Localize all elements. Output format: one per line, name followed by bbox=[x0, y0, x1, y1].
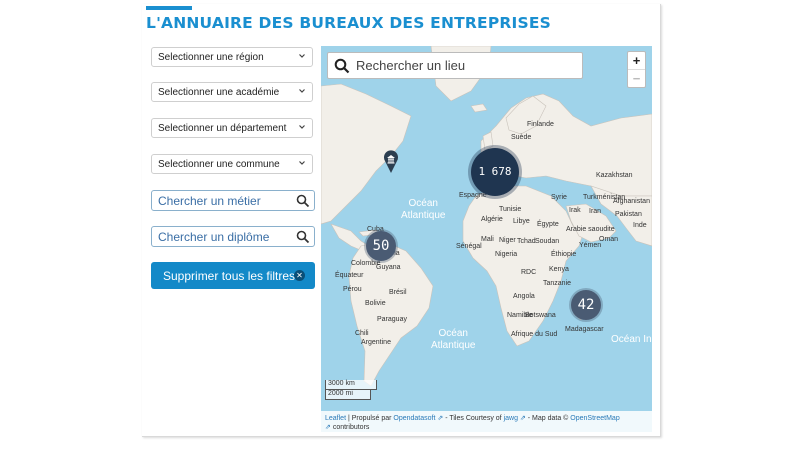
external-link-icon: ⇗ bbox=[325, 424, 331, 431]
country-label: Inde bbox=[633, 222, 647, 229]
country-label: Tchad bbox=[517, 238, 536, 245]
search-icon[interactable] bbox=[296, 230, 310, 244]
chevron-down-icon bbox=[299, 161, 305, 165]
scale-mi: 2000 mi bbox=[325, 390, 371, 400]
country-label: Argentine bbox=[361, 339, 391, 346]
external-link-icon: ⇗ bbox=[437, 415, 444, 422]
external-link-icon: ⇗ bbox=[519, 415, 526, 422]
country-label: Tanzanie bbox=[543, 280, 572, 287]
zoom-control: + − bbox=[627, 51, 646, 88]
chevron-down-icon bbox=[299, 54, 305, 58]
clear-filters-label: Supprimer tous les filtres bbox=[163, 268, 296, 283]
place-search-input[interactable]: Rechercher un lieu bbox=[327, 52, 583, 79]
metier-search-input[interactable]: Chercher un métier bbox=[151, 190, 315, 211]
country-label: Soudan bbox=[535, 238, 560, 245]
zoom-out-button[interactable]: − bbox=[628, 70, 645, 87]
country-label: Mali bbox=[481, 236, 494, 243]
country-label: Paraguay bbox=[377, 316, 407, 323]
academie-select-label: Selectionner une académie bbox=[158, 86, 280, 98]
opendatasoft-link[interactable]: Opendatasoft bbox=[393, 415, 435, 422]
attribution-text: - Map data © bbox=[527, 415, 569, 422]
ocean-label-south-atlantic: Océan Atlantique bbox=[431, 328, 476, 351]
place-search-placeholder: Rechercher un lieu bbox=[356, 58, 466, 73]
country-label: Irak bbox=[569, 207, 581, 214]
close-icon: ✕ bbox=[294, 270, 305, 281]
attribution-text: contributors bbox=[332, 424, 370, 431]
clear-filters-button[interactable]: Supprimer tous les filtres ✕ bbox=[151, 262, 315, 289]
country-label: Bolivie bbox=[365, 300, 386, 307]
country-label: Nigeria bbox=[495, 251, 518, 258]
country-label: Équateur bbox=[335, 272, 364, 279]
jawg-link[interactable]: jawg bbox=[504, 415, 518, 422]
departement-select-label: Selectionner un département bbox=[158, 122, 287, 134]
cluster-marker-south-america[interactable]: 50 bbox=[366, 231, 396, 261]
bureau-marker-icon[interactable] bbox=[383, 148, 399, 174]
country-label: Afrique du Sud bbox=[511, 331, 558, 338]
country-label: Sénégal bbox=[456, 243, 482, 250]
country-label: Kenya bbox=[549, 266, 569, 273]
country-label: Égypte bbox=[537, 221, 559, 228]
page-title: L'ANNUAIRE DES BUREAUX DES ENTREPRISES bbox=[146, 14, 551, 32]
country-label: Iran bbox=[589, 208, 602, 215]
commune-select-label: Selectionner une commune bbox=[158, 158, 280, 170]
zoom-in-button[interactable]: + bbox=[628, 52, 645, 70]
search-icon[interactable] bbox=[296, 194, 310, 208]
country-label: Angola bbox=[513, 293, 535, 300]
country-label: Niger bbox=[499, 237, 516, 244]
leaflet-link[interactable]: Leaflet bbox=[325, 415, 346, 422]
ocean-label-indian: Océan In bbox=[611, 334, 652, 345]
country-label: Afghanistan bbox=[613, 198, 650, 205]
metier-search-placeholder: Chercher un métier bbox=[158, 193, 261, 208]
scale-km: 3000 km bbox=[325, 380, 377, 390]
attribution-text: - Tiles Courtesy of bbox=[445, 415, 502, 422]
country-label: Finlande bbox=[527, 121, 554, 128]
country-label: Kazakhstan bbox=[596, 172, 633, 179]
country-label: Algérie bbox=[481, 216, 503, 223]
country-label: Guyana bbox=[376, 264, 401, 271]
openstreetmap-link[interactable]: OpenStreetMap bbox=[570, 415, 619, 422]
search-icon bbox=[334, 58, 350, 73]
country-label: Oman bbox=[599, 236, 619, 243]
country-label: Libye bbox=[513, 218, 530, 225]
diplome-search-input[interactable]: Chercher un diplôme bbox=[151, 226, 315, 247]
commune-select[interactable]: Selectionner une commune bbox=[151, 154, 313, 174]
country-label: Éthiopie bbox=[551, 251, 577, 258]
chevron-down-icon bbox=[299, 125, 305, 129]
region-select-label: Selectionner une région bbox=[158, 51, 264, 63]
country-label: Brésil bbox=[389, 289, 407, 296]
country-label: Arabie saoudite bbox=[566, 226, 615, 233]
country-label: RDC bbox=[521, 269, 537, 276]
country-label: Pérou bbox=[343, 286, 362, 293]
country-label: Syrie bbox=[551, 194, 567, 201]
title-accent-bar bbox=[146, 6, 192, 10]
country-label: Chili bbox=[355, 330, 369, 337]
country-label: Pakistan bbox=[615, 211, 642, 218]
departement-select[interactable]: Selectionner un département bbox=[151, 118, 313, 138]
region-select[interactable]: Selectionner une région bbox=[151, 47, 313, 67]
map-attribution: Leaflet | Propulsé par Opendatasoft ⇗ - … bbox=[321, 411, 652, 432]
academie-select[interactable]: Selectionner une académie bbox=[151, 82, 313, 102]
cluster-marker-europe[interactable]: 1 678 bbox=[471, 148, 519, 196]
diplome-search-placeholder: Chercher un diplôme bbox=[158, 229, 270, 244]
country-label: Yémen bbox=[579, 242, 602, 249]
cluster-marker-madagascar[interactable]: 42 bbox=[571, 290, 601, 320]
ocean-label-north-atlantic: Océan Atlantique bbox=[401, 198, 446, 221]
country-label: Suède bbox=[511, 134, 532, 141]
country-label: Botswana bbox=[525, 312, 556, 319]
attribution-text: | Propulsé par bbox=[347, 415, 392, 422]
map[interactable]: Rechercher un lieu + − Océan Atlantique O… bbox=[321, 46, 652, 432]
country-label: Madagascar bbox=[565, 326, 604, 333]
country-label: Tunisie bbox=[499, 206, 522, 213]
chevron-down-icon bbox=[299, 89, 305, 93]
